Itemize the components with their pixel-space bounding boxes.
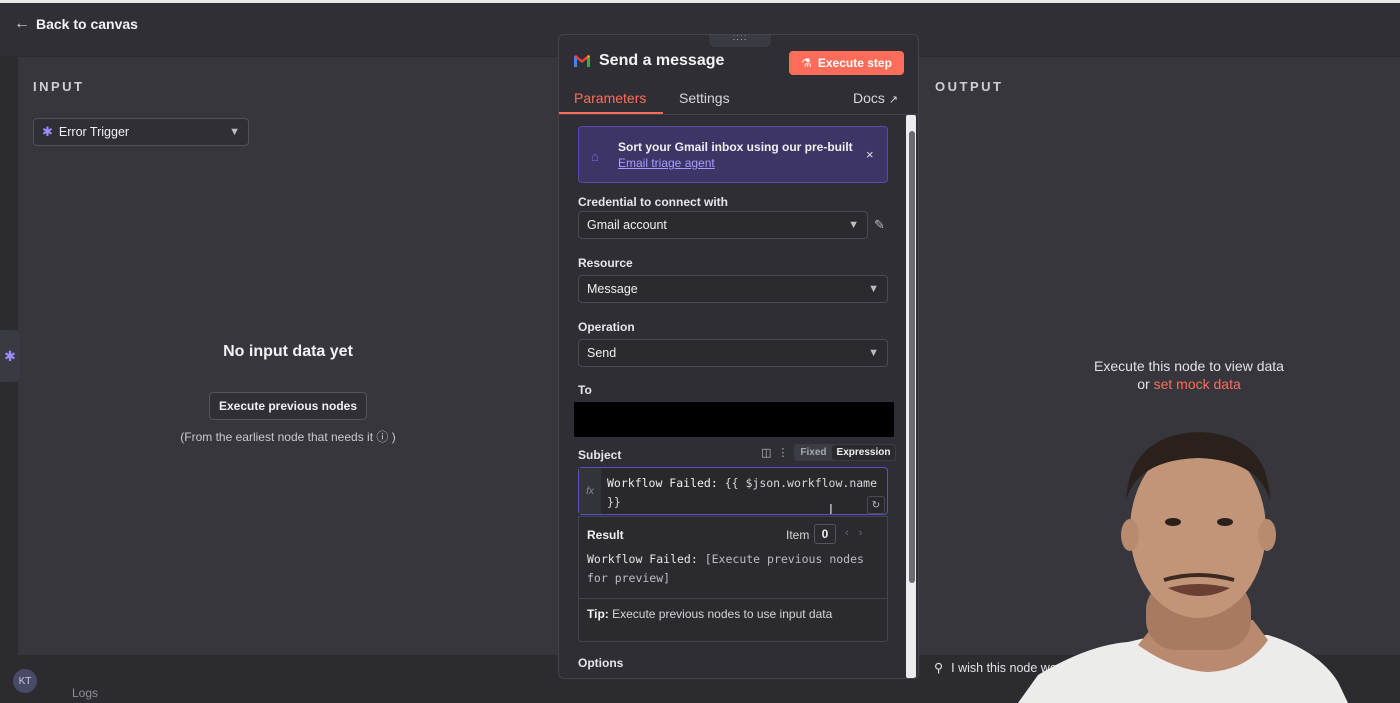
expression-code[interactable]: Workflow Failed: {{ $json.workflow.name … [607, 474, 889, 512]
node-icon: ✱ [4, 347, 16, 364]
close-icon[interactable]: × [866, 147, 874, 162]
gmail-icon [574, 55, 590, 67]
fixed-expression-switch[interactable]: Fixed Expression [794, 444, 897, 461]
item-index-input[interactable]: 0 [814, 524, 836, 544]
credential-select[interactable]: Gmail account ▼ [578, 211, 868, 239]
modal-header: Send a message [573, 52, 724, 70]
node-details-modal: :::: Send a message ⚗ Execute step Param… [558, 34, 919, 679]
flask-icon: ⚗ [801, 56, 812, 70]
fx-icon: fx [579, 468, 601, 514]
earliest-node-note: (From the earliest node that needs it ⓘ … [180, 430, 396, 444]
chevron-down-icon: ▼ [848, 219, 859, 231]
external-link-icon: ↗ [888, 94, 899, 106]
side-panel-tab[interactable]: ✱ [0, 330, 20, 382]
panel-icon[interactable]: ◫ [761, 446, 771, 459]
avatar[interactable]: KT [13, 669, 37, 693]
subject-label: Subject [578, 448, 622, 462]
chevron-down-icon: ▼ [229, 126, 240, 138]
options-label: Options [578, 656, 624, 670]
refresh-icon[interactable]: ↻ [867, 496, 885, 514]
subject-expression-editor[interactable]: fx Workflow Failed: {{ $json.workflow.na… [578, 467, 888, 515]
back-label: Back to canvas [36, 16, 138, 32]
operation-label: Operation [578, 320, 635, 334]
tab-settings[interactable]: Settings [679, 90, 730, 106]
help-icon[interactable]: ⓘ [376, 430, 391, 444]
resource-label: Resource [578, 256, 633, 270]
result-label: Result [587, 528, 624, 542]
output-empty-message: Execute this node to view data or set mo… [1094, 358, 1284, 392]
more-options-icon[interactable]: ⋮ [777, 446, 788, 459]
expression-result: Result Item 0 ‹› Workflow Failed: [Execu… [578, 516, 888, 642]
parameters-content: ⌂ Sort your Gmail inbox using our pre-bu… [559, 115, 904, 678]
presenter-webcam [1018, 432, 1348, 703]
result-preview: Workflow Failed: [Execute previous nodes… [587, 552, 864, 585]
execute-step-button[interactable]: ⚗ Execute step [789, 51, 904, 75]
arrow-left-icon: ← [14, 15, 30, 32]
chevron-down-icon: ▼ [868, 347, 879, 359]
scrollbar-thumb[interactable] [909, 131, 915, 583]
edit-credential-icon[interactable]: ✎ [874, 217, 885, 233]
docs-link[interactable]: Docs ↗ [853, 90, 898, 106]
operation-select[interactable]: Send ▼ [578, 339, 888, 367]
modal-tabs: Parameters Settings Docs ↗ [559, 85, 918, 115]
gmail-triage-banner: ⌂ Sort your Gmail inbox using our pre-bu… [578, 126, 888, 183]
input-panel-title: INPUT [33, 79, 85, 94]
resource-select[interactable]: Message ▼ [578, 275, 888, 303]
input-node-select[interactable]: ✱ Error Trigger ▼ [33, 118, 249, 146]
template-icon: ⌂ [591, 149, 599, 164]
mode-expression[interactable]: Expression [831, 445, 896, 460]
subject-mode-toggle: ◫ ⋮ Fixed Expression [761, 444, 897, 461]
mode-fixed[interactable]: Fixed [795, 445, 831, 460]
to-label: To [578, 383, 592, 397]
back-to-canvas-button[interactable]: ← Back to canvas [14, 15, 138, 33]
logs-tab[interactable]: Logs [72, 686, 98, 700]
input-node-select-value: Error Trigger [58, 125, 130, 139]
email-triage-agent-link[interactable]: Email triage agent [618, 156, 715, 170]
execute-previous-nodes-button[interactable]: Execute previous nodes [209, 392, 367, 420]
active-tab-indicator [559, 112, 663, 114]
result-tip: Tip: Execute previous nodes to use input… [579, 598, 887, 628]
text-cursor-icon: I [829, 503, 833, 518]
node-title[interactable]: Send a message [599, 52, 724, 70]
item-nav-arrows[interactable]: ‹› [845, 527, 872, 539]
bug-icon: ✱ [42, 124, 53, 139]
output-panel-title: OUTPUT [935, 79, 1004, 94]
lightbulb-icon: ⚲ [934, 661, 944, 675]
chevron-down-icon: ▼ [868, 283, 879, 295]
input-panel: INPUT ✱ Error Trigger ▼ No input data ye… [18, 57, 563, 655]
to-input-redacted[interactable] [574, 402, 894, 437]
tab-parameters[interactable]: Parameters [574, 90, 646, 106]
drag-handle[interactable]: :::: [709, 35, 771, 47]
set-mock-data-link[interactable]: set mock data [1154, 376, 1241, 392]
item-label: Item [786, 528, 810, 542]
no-input-title: No input data yet [223, 343, 353, 360]
credential-label: Credential to connect with [578, 195, 729, 209]
